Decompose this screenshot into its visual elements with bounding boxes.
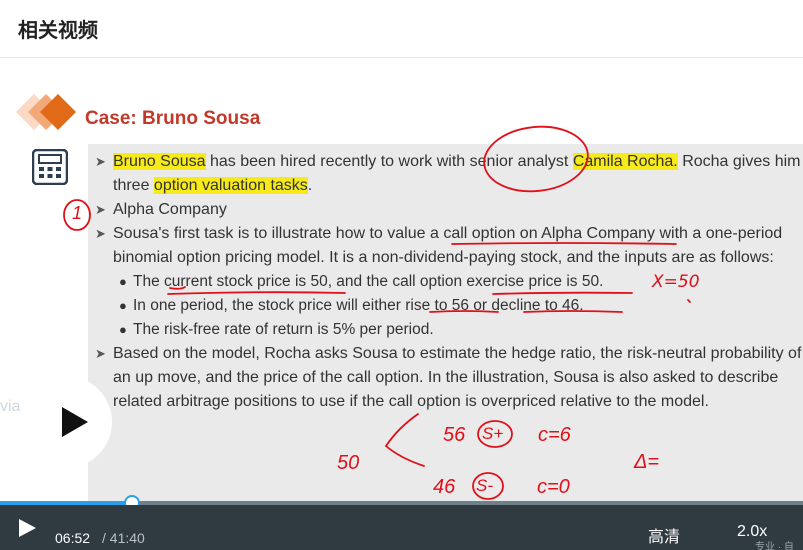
annotation-x-eq: X=50 [652, 272, 700, 292]
annotation-one: 1 [72, 203, 83, 223]
current-time: 06:52 [55, 530, 91, 546]
annotation-56: 56 [443, 424, 466, 446]
page-header: 相关视频 [0, 0, 803, 58]
annotation-c-minus: c=0 [537, 476, 570, 498]
total-time: / 41:40 [102, 530, 145, 546]
corner-watermark: 专业 · 自 [755, 542, 794, 550]
section-title: 相关视频 [18, 20, 98, 42]
play-small-icon[interactable] [16, 517, 38, 539]
annotation-s-plus: S+ [482, 424, 504, 443]
annotation-s-minus: S- [476, 476, 493, 495]
quality-selector[interactable]: 高清 [648, 523, 680, 547]
annotation-delta: Δ= [634, 451, 660, 473]
side-watermark-text: via [0, 398, 21, 415]
video-player[interactable]: Case: Bruno Sousa ➤ Bruno Sousa has been … [0, 58, 803, 550]
play-icon [62, 407, 88, 437]
center-play-button[interactable] [20, 376, 112, 468]
annotation-46: 46 [433, 476, 456, 498]
pen-annotations [63, 125, 691, 500]
annotation-50: 50 [337, 452, 360, 474]
annotation-c-plus: c=6 [538, 424, 571, 446]
